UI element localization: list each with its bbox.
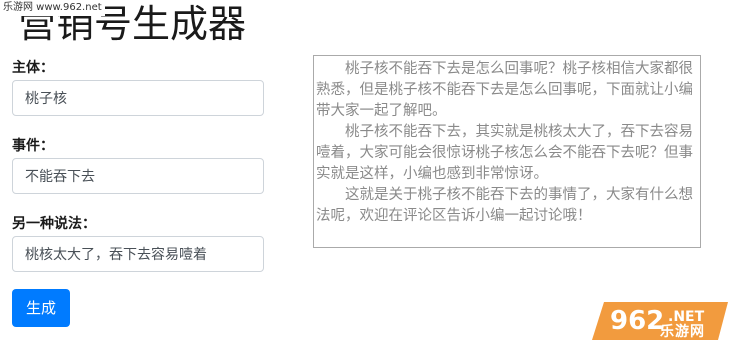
generated-output-box: 桃子核不能吞下去是怎么回事呢？桃子核相信大家都很熟悉，但是桃子核不能吞下去是怎么… [313, 55, 701, 248]
subject-input[interactable] [12, 80, 264, 116]
event-input[interactable] [12, 158, 264, 194]
alt-phrase-label: 另一种说法： [12, 216, 96, 232]
event-label: 事件： [12, 138, 54, 154]
subject-label: 主体： [12, 60, 54, 76]
output-paragraph: 桃子核不能吞下去是怎么回事呢？桃子核相信大家都很熟悉，但是桃子核不能吞下去是怎么… [316, 61, 693, 119]
watermark-logo-number: 962 [610, 306, 664, 336]
watermark-logo-cn: 乐游网 [660, 324, 705, 340]
output-paragraph: 这就是关于桃子核不能吞下去的事情了，大家有什么想法呢，欢迎在评论区告诉小编一起讨… [316, 187, 693, 224]
generate-button[interactable]: 生成 [12, 289, 70, 327]
output-paragraph: 桃子核不能吞下去，其实就是桃核太大了，吞下去容易噎着，大家可能会很惊讶桃子核怎么… [316, 124, 693, 182]
watermark-top-text: 乐游网 www.962.net [2, 0, 105, 16]
alt-phrase-input[interactable] [12, 236, 264, 272]
